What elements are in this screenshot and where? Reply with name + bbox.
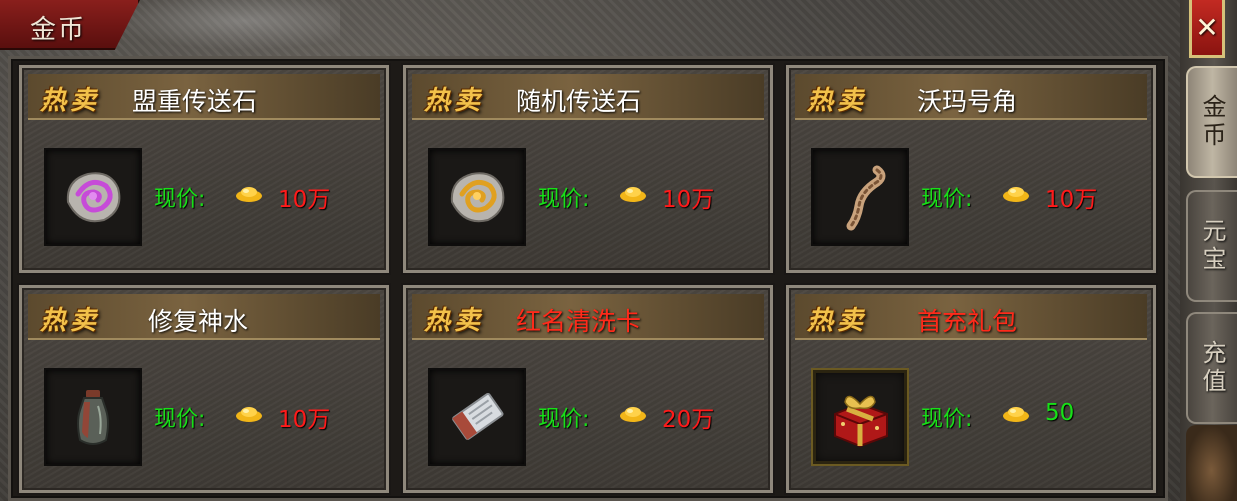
- price-label: 现价:: [154, 407, 206, 432]
- gold-ingot-icon: [1001, 185, 1031, 207]
- price-label: 现价:: [154, 187, 206, 212]
- gold-teleport-stone-icon[interactable]: [428, 148, 526, 246]
- gold-ingot-icon: [618, 185, 648, 207]
- gold-ingot-icon: [1001, 405, 1031, 427]
- card-header: 热卖 红名清洗卡: [412, 294, 764, 340]
- price-label: 现价:: [921, 407, 973, 432]
- price-label: 现价:: [921, 187, 973, 212]
- shop-item-card[interactable]: 热卖 盟重传送石 现价: 10万: [19, 65, 389, 273]
- card-header: 热卖 沃玛号角: [795, 74, 1147, 120]
- shop-item-card[interactable]: 热卖 首充礼包 现价: 50: [786, 285, 1156, 493]
- item-name: 红名清洗卡: [516, 307, 642, 336]
- hot-sale-badge: 热卖: [40, 86, 101, 116]
- card-header: 热卖 盟重传送石: [28, 74, 380, 120]
- price-label: 现价:: [538, 187, 590, 212]
- shop-item-card[interactable]: 热卖 随机传送石 现价: 10万: [403, 65, 773, 273]
- item-price: 10万: [662, 187, 715, 213]
- close-button[interactable]: ✕: [1189, 0, 1225, 58]
- potion-bottle-icon[interactable]: [44, 368, 142, 466]
- purple-teleport-stone-icon[interactable]: [44, 148, 142, 246]
- item-name: 首充礼包: [917, 307, 1018, 336]
- hot-sale-badge: 热卖: [40, 306, 101, 336]
- item-name: 盟重传送石: [132, 87, 258, 116]
- window-title: 金币: [30, 15, 87, 45]
- item-price: 50: [1045, 400, 1075, 426]
- item-price: 10万: [278, 187, 331, 213]
- gift-box-icon[interactable]: [811, 368, 909, 466]
- gold-ingot-icon: [618, 405, 648, 427]
- shop-item-card[interactable]: 热卖 修复神水 现价: 10万: [19, 285, 389, 493]
- hot-sale-badge: 热卖: [424, 86, 485, 116]
- item-price: 10万: [1045, 187, 1098, 213]
- tab-ingot[interactable]: 元宝: [1186, 190, 1237, 302]
- shop-item-card[interactable]: 热卖 沃玛号角 现价: 10万: [786, 65, 1156, 273]
- item-name: 沃玛号角: [917, 87, 1018, 116]
- item-price: 20万: [662, 407, 715, 433]
- horn-icon[interactable]: [811, 148, 909, 246]
- item-price: 10万: [278, 407, 331, 433]
- flame-ornament: [1186, 425, 1237, 501]
- item-name: 修复神水: [148, 307, 249, 336]
- hot-sale-badge: 热卖: [424, 306, 485, 336]
- price-label: 现价:: [538, 407, 590, 432]
- tab-gold-coin[interactable]: 金币: [1186, 66, 1237, 178]
- shop-item-card[interactable]: 热卖 红名清洗卡 现价: 20万: [403, 285, 773, 493]
- item-grid-panel: 热卖 盟重传送石 现价: 10万 热卖 随机传送石 现价: 10万 热卖 沃玛号…: [8, 56, 1168, 501]
- gold-ingot-icon: [234, 185, 264, 207]
- card-header: 热卖 随机传送石: [412, 74, 764, 120]
- card-header: 热卖 修复神水: [28, 294, 380, 340]
- tab-recharge[interactable]: 充值: [1186, 312, 1237, 424]
- gold-ingot-icon: [234, 405, 264, 427]
- item-name: 随机传送石: [516, 87, 642, 116]
- cleanse-card-icon[interactable]: [428, 368, 526, 466]
- hot-sale-badge: 热卖: [807, 86, 868, 116]
- card-header: 热卖 首充礼包: [795, 294, 1147, 340]
- hot-sale-badge: 热卖: [807, 306, 868, 336]
